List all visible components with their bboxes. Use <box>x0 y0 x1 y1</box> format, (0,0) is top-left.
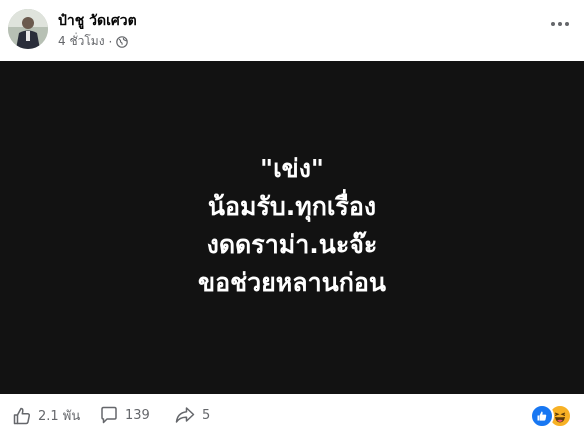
share-icon <box>175 407 195 423</box>
share-button[interactable]: 5 <box>174 405 210 425</box>
more-options-button[interactable] <box>548 12 572 36</box>
thumbs-up-icon <box>13 407 31 424</box>
like-button[interactable]: 2.1 พัน <box>12 405 80 426</box>
meta-separator: · <box>108 34 113 49</box>
post-image-text: "เข่ง" น้อมรับ.ทุกเรื่อง งดดราม่า.นะจ๊ะ … <box>0 150 584 302</box>
post-text-image[interactable]: "เข่ง" น้อมรับ.ทุกเรื่อง งดดราม่า.นะจ๊ะ … <box>0 61 584 394</box>
text-line: งดดราม่า.นะจ๊ะ <box>206 230 378 259</box>
globe-icon <box>116 35 129 48</box>
facebook-post: ป๋าชู วัดเศวต 4 ชั่วโมง · "เข่ง" น้อมรับ… <box>0 0 584 436</box>
post-timestamp[interactable]: 4 ชั่วโมง <box>58 32 105 51</box>
avatar-image <box>8 9 48 49</box>
like-reaction-icon <box>530 404 554 428</box>
text-line: ขอช่วยหลานก่อน <box>198 268 386 297</box>
text-line: น้อมรับ.ทุกเรื่อง <box>207 192 377 221</box>
comment-button[interactable]: 139 <box>99 405 150 425</box>
reaction-summary[interactable] <box>530 404 572 428</box>
like-count: 2.1 พัน <box>38 409 81 424</box>
author-name[interactable]: ป๋าชู วัดเศวต <box>58 10 137 32</box>
avatar[interactable] <box>8 9 48 49</box>
post-meta: 4 ชั่วโมง · <box>58 32 129 51</box>
text-line: "เข่ง" <box>260 154 324 183</box>
post-header: ป๋าชู วัดเศวต 4 ชั่วโมง · <box>0 0 584 60</box>
comment-count: 139 <box>125 407 150 423</box>
share-count: 5 <box>202 407 211 423</box>
comment-icon <box>101 406 117 424</box>
more-dots-icon <box>551 22 569 26</box>
post-footer: 2.1 พัน 139 5 <box>0 394 584 436</box>
